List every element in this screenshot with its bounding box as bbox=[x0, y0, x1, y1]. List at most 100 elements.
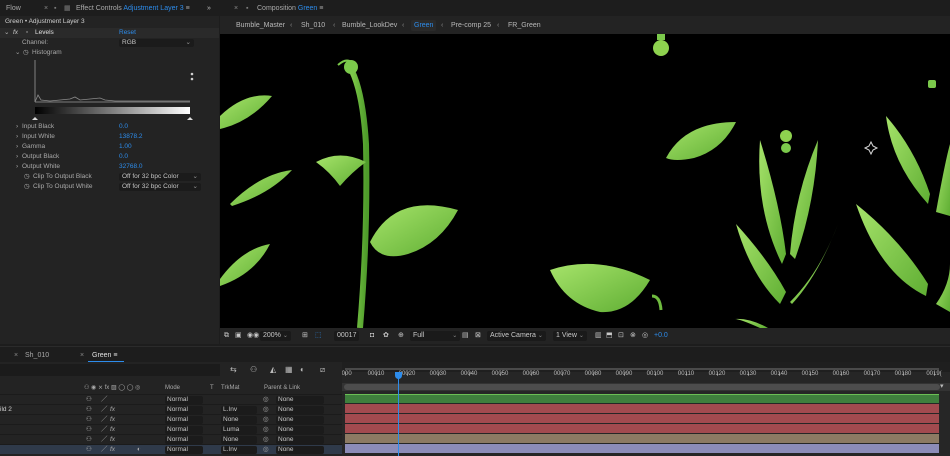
rulers-icon[interactable]: ▣ bbox=[235, 331, 242, 341]
param-output-black[interactable]: › Output Black 0.0 bbox=[0, 152, 219, 162]
shy-icon[interactable]: ◭ bbox=[270, 365, 276, 374]
param-value[interactable]: 0.0 bbox=[119, 152, 128, 162]
chevron-right-icon[interactable]: › bbox=[16, 122, 18, 132]
layer-bar[interactable] bbox=[345, 424, 939, 433]
quality-switch-icon[interactable]: ／ bbox=[101, 445, 108, 455]
time-navigator[interactable] bbox=[342, 383, 950, 391]
double-chevron-icon[interactable]: » bbox=[207, 3, 211, 14]
stopwatch-icon[interactable]: ◷ bbox=[24, 172, 30, 182]
trkmat-dropdown[interactable]: None bbox=[221, 416, 257, 424]
breadcrumb-item-active[interactable]: Green bbox=[411, 20, 437, 31]
fx-icon[interactable]: fx bbox=[110, 445, 115, 455]
parent-dropdown[interactable]: None bbox=[276, 426, 324, 434]
trkmat-dropdown[interactable]: L.Inv bbox=[221, 446, 257, 454]
param-value[interactable]: 1.00 bbox=[119, 142, 132, 152]
timecode-display[interactable]: 00017 bbox=[334, 331, 360, 341]
layer-row[interactable]: ⚇ ／ fx Normal None ◎ None bbox=[0, 434, 342, 444]
chevron-down-icon[interactable]: ⌄ bbox=[4, 28, 9, 38]
breadcrumb-item[interactable]: FR_Green bbox=[508, 20, 541, 31]
chevron-right-icon[interactable]: › bbox=[16, 162, 18, 172]
channel-dropdown[interactable]: RGB ⌄ bbox=[119, 39, 194, 47]
grid-icon[interactable]: ⊞ bbox=[302, 331, 308, 341]
layer-bar[interactable] bbox=[345, 414, 939, 423]
3d-view-icon[interactable]: ⊠ bbox=[475, 331, 481, 341]
resolution-dropdown[interactable]: Full ⌄ bbox=[410, 331, 461, 341]
layer-bar[interactable] bbox=[345, 394, 939, 403]
header-t[interactable]: T bbox=[210, 384, 214, 393]
parent-dropdown[interactable]: None bbox=[276, 416, 324, 424]
breadcrumb-item[interactable]: Bumble_Master bbox=[236, 20, 285, 31]
transparency-grid-icon[interactable]: ▤ bbox=[462, 331, 469, 341]
breadcrumb-item[interactable]: Sh_010 bbox=[301, 20, 325, 31]
chevron-down-icon[interactable]: ⌄ bbox=[15, 48, 20, 58]
effect-levels-row[interactable]: ⌄ fx ▫ Levels Reset bbox=[0, 28, 219, 38]
mode-dropdown[interactable]: Normal bbox=[165, 406, 203, 414]
draft-3d-icon[interactable]: ⚇ bbox=[250, 365, 257, 374]
lock-icon[interactable]: ▪ bbox=[54, 3, 56, 14]
fx-icon[interactable]: fx bbox=[13, 28, 18, 38]
header-parent[interactable]: Parent & Link bbox=[264, 384, 300, 393]
layer-bar[interactable] bbox=[345, 444, 939, 453]
playhead-handle[interactable] bbox=[394, 372, 402, 379]
tab-flow[interactable]: Flow bbox=[6, 3, 21, 14]
stopwatch-icon[interactable]: ◷ bbox=[24, 182, 30, 192]
param-output-white[interactable]: › Output White 32768.0 bbox=[0, 162, 219, 172]
timeline-track-area[interactable]: 0000000100002000030000400005000060000700… bbox=[342, 362, 950, 456]
comp-end-marker-icon[interactable]: ▾ bbox=[940, 382, 948, 390]
playhead[interactable] bbox=[397, 376, 399, 456]
tab-green[interactable]: Green ≡ bbox=[92, 350, 118, 361]
pickwhip-icon[interactable]: ◎ bbox=[263, 445, 269, 455]
close-icon[interactable]: × bbox=[80, 350, 84, 361]
camera-icon[interactable]: ◘ bbox=[370, 331, 374, 341]
close-icon[interactable]: × bbox=[234, 3, 238, 14]
layer-row[interactable]: ⚇ ／ fx Normal Luma ◎ None bbox=[0, 424, 342, 434]
trkmat-dropdown[interactable]: None bbox=[221, 436, 257, 444]
reset-exposure-icon[interactable]: ◎ bbox=[642, 331, 648, 341]
layer-bar[interactable] bbox=[345, 404, 939, 413]
always-preview-icon[interactable]: ⧉ bbox=[224, 331, 229, 341]
motion-blur-icon[interactable]: ◐ bbox=[300, 365, 305, 374]
graph-editor-icon[interactable]: ⧄ bbox=[320, 365, 325, 375]
breadcrumb-item[interactable]: Pre-comp 25 bbox=[451, 20, 491, 31]
clip-black-dropdown[interactable]: Off for 32 bpc Color ⌄ bbox=[119, 173, 201, 181]
lock-icon[interactable]: ▪ bbox=[246, 3, 248, 14]
parent-dropdown[interactable]: None bbox=[276, 436, 324, 444]
time-ruler[interactable]: 0000000100002000030000400005000060000700… bbox=[342, 371, 950, 383]
param-input-white[interactable]: › Input White 13878.2 bbox=[0, 132, 219, 142]
param-gamma[interactable]: › Gamma 1.00 bbox=[0, 142, 219, 152]
fast-preview-icon[interactable]: ⬒ bbox=[606, 331, 613, 341]
color-icon[interactable]: ✿ bbox=[383, 331, 389, 341]
zoom-dropdown[interactable]: 200% ⌄ bbox=[260, 331, 291, 341]
tab-composition[interactable]: Composition Green ≡ bbox=[257, 3, 323, 14]
hamburger-icon[interactable]: ≡ bbox=[319, 5, 323, 12]
navigator-handle[interactable] bbox=[344, 384, 940, 390]
flowchart-icon[interactable]: ⊗ bbox=[630, 331, 636, 341]
mode-dropdown[interactable]: Normal bbox=[165, 436, 203, 444]
layer-row[interactable]: ild 2 ⚇ ／ fx Normal L.Inv ◎ None bbox=[0, 404, 342, 414]
param-input-black[interactable]: › Input Black 0.0 bbox=[0, 122, 219, 132]
parent-dropdown[interactable]: None bbox=[276, 396, 324, 404]
chevron-right-icon[interactable]: › bbox=[16, 132, 18, 142]
layer-row[interactable]: ⚇ ／ fx Normal None ◎ None bbox=[0, 414, 342, 424]
layer-row[interactable]: ⚇ ／ Normal None ◎ bbox=[0, 394, 342, 404]
mode-dropdown[interactable]: Normal bbox=[165, 426, 203, 434]
stopwatch-icon[interactable]: ◷ bbox=[23, 48, 29, 58]
comp-mini-flowchart-icon[interactable]: ⇆ bbox=[230, 365, 237, 374]
tab-sh010[interactable]: Sh_010 bbox=[25, 350, 49, 361]
camera-dropdown[interactable]: Active Camera ⌄ bbox=[487, 331, 546, 341]
header-mode[interactable]: Mode bbox=[165, 384, 180, 393]
toggle-pixel-icon[interactable]: ▥ bbox=[595, 331, 602, 341]
parent-dropdown[interactable]: None bbox=[276, 446, 324, 454]
tab-effect-controls[interactable]: Effect Controls Adjustment Layer 3 ≡ bbox=[76, 3, 190, 14]
hamburger-icon[interactable]: ≡ bbox=[186, 5, 190, 12]
region-of-interest-icon[interactable]: ⬚ bbox=[315, 331, 322, 341]
histogram-graph[interactable] bbox=[30, 60, 195, 120]
mode-dropdown[interactable]: Normal bbox=[165, 396, 203, 404]
close-icon[interactable]: × bbox=[14, 350, 18, 361]
param-value[interactable]: 13878.2 bbox=[119, 132, 143, 142]
view-options-icon[interactable]: ◉◉ bbox=[247, 331, 259, 341]
layer-search-input[interactable] bbox=[0, 364, 220, 376]
chevron-right-icon[interactable]: › bbox=[16, 142, 18, 152]
param-value[interactable]: 32768.0 bbox=[119, 162, 143, 172]
parent-dropdown[interactable]: None bbox=[276, 406, 324, 414]
